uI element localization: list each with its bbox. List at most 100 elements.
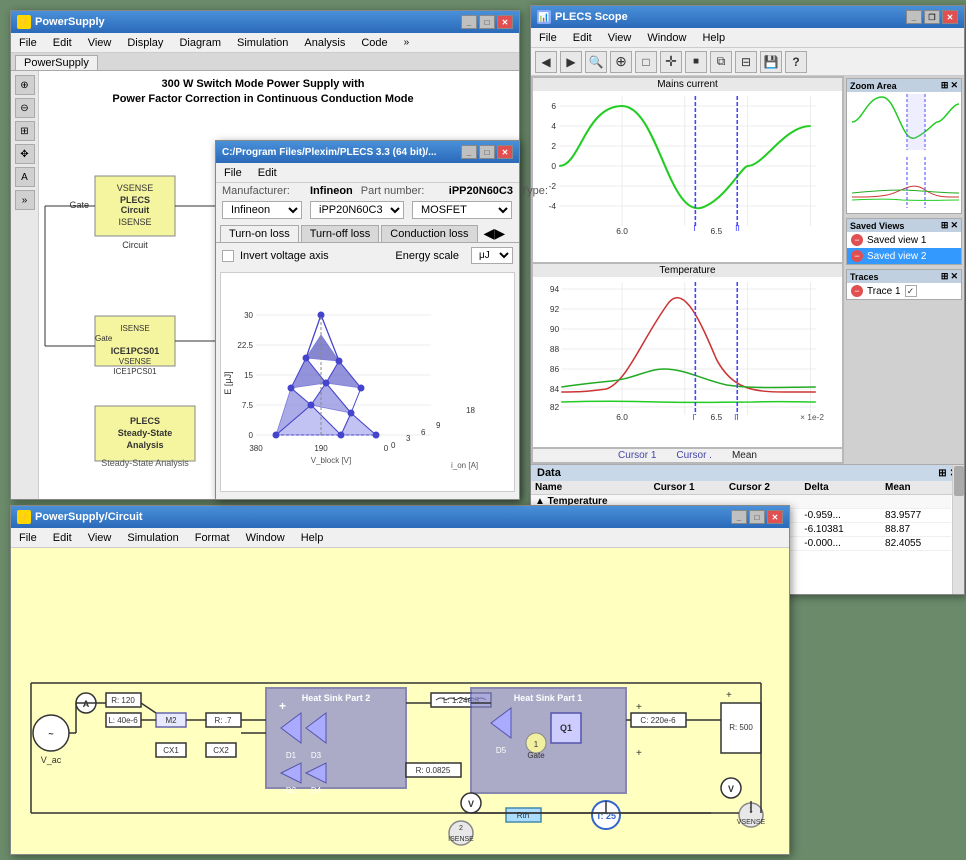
circuit-menu-window[interactable]: Window <box>242 531 289 545</box>
traces-close-btn[interactable]: ✕ <box>950 271 958 282</box>
trace-1-checkbox[interactable]: ✓ <box>905 285 917 297</box>
menu-more[interactable]: » <box>400 36 414 49</box>
scope-restore-btn[interactable]: ❐ <box>924 10 940 24</box>
zoom-rect-btn[interactable]: ⊕ <box>610 51 632 73</box>
saved-views-expand-btn[interactable]: ⊞ <box>941 220 949 231</box>
circuit-menu-edit[interactable]: Edit <box>49 531 76 545</box>
component-title: C:/Program Files/Plexim/PLECS 3.3 (64 bi… <box>222 147 437 158</box>
powersupply-title-bar[interactable]: ⚡ PowerSupply _ □ ✕ <box>11 11 519 33</box>
circuit-menu-help[interactable]: Help <box>297 531 328 545</box>
menu-file[interactable]: File <box>15 36 41 50</box>
svg-text:1: 1 <box>534 740 539 749</box>
scope-menu-view[interactable]: View <box>604 31 636 45</box>
comp-menu-file[interactable]: File <box>220 166 246 180</box>
saved-view-2-remove[interactable]: − <box>851 250 863 262</box>
comp-menu-edit[interactable]: Edit <box>254 166 281 180</box>
menu-view[interactable]: View <box>84 36 116 50</box>
menu-analysis[interactable]: Analysis <box>300 36 349 50</box>
svg-text:Analysis: Analysis <box>126 440 163 450</box>
saved-view-1-remove[interactable]: − <box>851 234 863 246</box>
expand-btn[interactable]: » <box>15 190 35 210</box>
fit-btn[interactable]: ⊞ <box>15 121 35 141</box>
comp-minimize-btn[interactable]: _ <box>461 145 477 159</box>
svg-text:6.0: 6.0 <box>616 227 628 236</box>
circuit-menu-format[interactable]: Format <box>191 531 234 545</box>
cursor-btn[interactable]: ✛ <box>660 51 682 73</box>
svg-text:18: 18 <box>466 406 475 415</box>
menu-diagram[interactable]: Diagram <box>175 36 225 50</box>
comp-close-btn[interactable]: ✕ <box>497 145 513 159</box>
saved-view-2-item[interactable]: − Saved view 2 <box>847 248 961 264</box>
traces-controls: ⊞ ✕ <box>941 271 958 282</box>
zoom-expand-btn[interactable]: ⊞ <box>941 80 949 91</box>
part-select[interactable]: iPP20N60C3 <box>310 201 404 219</box>
energy-scale-select[interactable]: μJ mJ <box>471 247 513 264</box>
tab-turnon[interactable]: Turn-on loss <box>220 225 299 242</box>
menu-edit[interactable]: Edit <box>49 36 76 50</box>
traces-expand-btn[interactable]: ⊞ <box>941 271 949 282</box>
circuit-title-bar[interactable]: ⚡ PowerSupply/Circuit _ □ ✕ <box>11 506 789 528</box>
zoom-out-btn[interactable]: ⊖ <box>15 98 35 118</box>
menu-display[interactable]: Display <box>123 36 167 50</box>
trace-1-remove[interactable]: − <box>851 285 863 297</box>
circuit-diagram-bg: ~ V_ac A R: 120 L: 40e-6 M2 CX1 <box>11 548 789 854</box>
circuit-maximize-btn[interactable]: □ <box>749 510 765 524</box>
tab-powersupply[interactable]: PowerSupply <box>15 55 98 70</box>
component-title-bar[interactable]: C:/Program Files/Plexim/PLECS 3.3 (64 bi… <box>216 141 519 163</box>
stop-btn[interactable]: ■ <box>685 51 707 73</box>
scope-menu-help[interactable]: Help <box>698 31 729 45</box>
zoom-area-title: Zoom Area <box>850 81 897 91</box>
text-btn[interactable]: A <box>15 167 35 187</box>
menu-simulation[interactable]: Simulation <box>233 36 292 50</box>
invert-voltage-label[interactable]: Invert voltage axis <box>222 250 329 262</box>
circuit-menu-simulation[interactable]: Simulation <box>123 531 182 545</box>
circuit-minimize-btn[interactable]: _ <box>731 510 747 524</box>
scroll-left[interactable]: ◀ <box>484 225 495 242</box>
zoom-rect2-btn[interactable]: □ <box>635 51 657 73</box>
col-delta: Delta <box>800 481 881 495</box>
data-expand-btn[interactable]: ⊞ <box>938 468 946 479</box>
scope-menu-file[interactable]: File <box>535 31 561 45</box>
zoom-in-scope-btn[interactable]: 🔍 <box>585 51 607 73</box>
forward-btn[interactable]: ▶ <box>560 51 582 73</box>
svg-text:6.5: 6.5 <box>710 227 722 236</box>
scope-close-btn[interactable]: ✕ <box>942 10 958 24</box>
zoom-in-btn[interactable]: ⊕ <box>15 75 35 95</box>
back-btn[interactable]: ◀ <box>535 51 557 73</box>
svg-text:0: 0 <box>551 162 556 171</box>
scrollbar-thumb[interactable] <box>954 466 964 496</box>
trace-1-item[interactable]: − Trace 1 ✓ <box>847 283 961 299</box>
powersupply-icon: ⚡ <box>17 15 31 29</box>
circuit-menu-view[interactable]: View <box>84 531 116 545</box>
comp-maximize-btn[interactable]: □ <box>479 145 495 159</box>
scope-menu-window[interactable]: Window <box>643 31 690 45</box>
scroll-right[interactable]: ▶ <box>494 225 505 242</box>
saved-views-close-btn[interactable]: ✕ <box>950 220 958 231</box>
type-label: Type: <box>521 185 601 197</box>
maximize-btn[interactable]: □ <box>479 15 495 29</box>
save-scope-btn[interactable]: 💾 <box>760 51 782 73</box>
svg-text:2: 2 <box>459 825 463 832</box>
tab-conduction[interactable]: Conduction loss <box>381 225 477 242</box>
manufacturer-select[interactable]: Infineon <box>222 201 302 219</box>
help-scope-btn[interactable]: ? <box>785 51 807 73</box>
menu-code[interactable]: Code <box>357 36 391 50</box>
scope-menu-edit[interactable]: Edit <box>569 31 596 45</box>
type-select[interactable]: MOSFET <box>412 201 512 219</box>
circuit-menu-file[interactable]: File <box>15 531 41 545</box>
pan-btn[interactable]: ✥ <box>15 144 35 164</box>
close-btn[interactable]: ✕ <box>497 15 513 29</box>
tab-turnoff[interactable]: Turn-off loss <box>301 225 380 242</box>
snap-btn[interactable]: ⊟ <box>735 51 757 73</box>
zoom-close-btn[interactable]: ✕ <box>950 80 958 91</box>
copy-scope-btn[interactable]: ⧉ <box>710 51 732 73</box>
saved-views-controls: ⊞ ✕ <box>941 220 958 231</box>
svg-text:6.0: 6.0 <box>616 413 628 422</box>
scope-minimize-btn[interactable]: _ <box>906 10 922 24</box>
scope-title-bar[interactable]: 📊 PLECS Scope _ ❐ ✕ <box>531 6 964 28</box>
invert-voltage-checkbox[interactable] <box>222 250 234 262</box>
minimize-btn[interactable]: _ <box>461 15 477 29</box>
saved-view-1-item[interactable]: − Saved view 1 <box>847 232 961 248</box>
circuit-close-btn[interactable]: ✕ <box>767 510 783 524</box>
data-scrollbar[interactable] <box>952 465 964 594</box>
